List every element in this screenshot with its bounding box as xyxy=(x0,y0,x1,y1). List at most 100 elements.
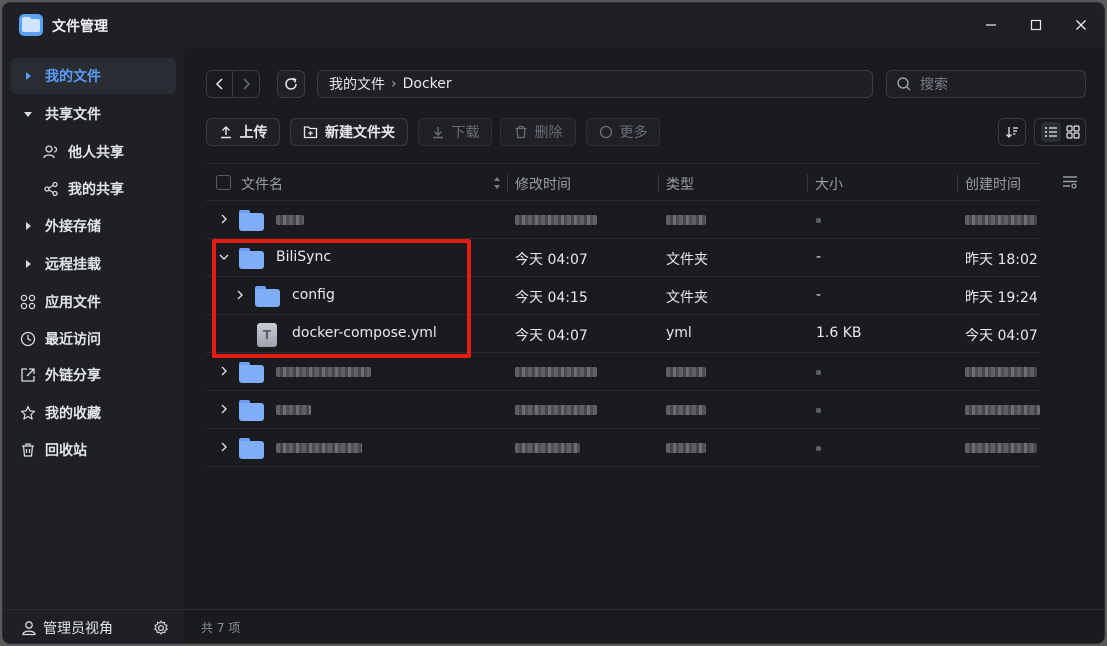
table-row[interactable] xyxy=(206,429,1040,467)
column-header-type[interactable]: 类型 xyxy=(666,174,694,194)
delete-label: 删除 xyxy=(534,125,563,141)
file-name[interactable]: BiliSync xyxy=(276,249,331,265)
chevron-right-icon[interactable] xyxy=(218,441,230,453)
upload-icon xyxy=(219,125,233,139)
sidebar-item-label: 应用文件 xyxy=(45,295,101,311)
delete-button[interactable]: 删除 xyxy=(500,118,576,146)
new-folder-label: 新建文件夹 xyxy=(325,125,395,141)
sidebar-item-external-storage[interactable]: 外接存储 xyxy=(11,208,176,244)
table-row[interactable] xyxy=(206,353,1040,391)
sidebar-item-label: 我的文件 xyxy=(45,69,101,85)
titlebar: 文件管理 xyxy=(3,3,1104,47)
column-settings-icon[interactable] xyxy=(1062,175,1078,193)
file-created: 昨天 18:02 xyxy=(965,252,1038,268)
sidebar-item-trash[interactable]: 回收站 xyxy=(11,432,176,468)
file-size: 1.6 KB xyxy=(816,325,862,341)
chevron-right-icon: › xyxy=(391,76,397,92)
table-row[interactable]: BiliSync 今天 04:07 文件夹 - 昨天 18:02 xyxy=(206,239,1040,277)
sidebar-item-my-files[interactable]: 我的文件 xyxy=(11,58,176,94)
column-header-created[interactable]: 创建时间 xyxy=(965,174,1021,194)
table-row[interactable]: config 今天 04:15 文件夹 - 昨天 19:24 xyxy=(206,277,1040,315)
redacted-created xyxy=(965,215,1037,225)
forward-button[interactable] xyxy=(233,71,259,97)
chevron-down-icon[interactable] xyxy=(218,251,230,263)
column-header-name[interactable]: 文件名 xyxy=(241,174,283,194)
share-icon xyxy=(42,180,60,198)
search-input[interactable]: 搜索 xyxy=(886,70,1086,98)
column-header-size[interactable]: 大小 xyxy=(815,174,843,194)
chevron-left-icon xyxy=(215,78,223,90)
breadcrumb-item[interactable]: 我的文件 xyxy=(329,74,385,94)
file-name[interactable]: docker-compose.yml xyxy=(292,325,437,341)
sidebar-item-my-shares[interactable]: 我的共享 xyxy=(11,171,176,207)
back-button[interactable] xyxy=(207,71,234,97)
redacted-name xyxy=(276,443,362,453)
grid-view-icon[interactable] xyxy=(1065,125,1080,139)
sidebar-item-label: 他人共享 xyxy=(68,145,124,161)
users-icon xyxy=(42,143,60,161)
redacted-created xyxy=(965,405,1040,415)
status-bar: 共 7 项 xyxy=(184,609,1104,643)
search-icon xyxy=(897,77,911,91)
breadcrumb[interactable]: 我的文件 › Docker xyxy=(317,70,873,98)
table-row[interactable]: T docker-compose.yml 今天 04:07 yml 1.6 KB… xyxy=(206,315,1040,353)
redacted-size xyxy=(816,446,821,451)
chevron-right-icon[interactable] xyxy=(218,365,230,377)
minimize-icon xyxy=(986,24,996,26)
column-header-modified[interactable]: 修改时间 xyxy=(515,174,571,194)
sidebar-item-app-files[interactable]: 应用文件 xyxy=(11,284,176,320)
download-button[interactable]: 下载 xyxy=(418,118,492,146)
minimize-button[interactable] xyxy=(979,13,1003,37)
view-toggle xyxy=(1034,118,1086,146)
sidebar-item-remote-mount[interactable]: 远程挂载 xyxy=(11,246,176,282)
close-button[interactable] xyxy=(1069,13,1093,37)
select-all-checkbox[interactable] xyxy=(216,175,231,190)
sidebar-item-external-links[interactable]: 外链分享 xyxy=(11,357,176,393)
chevron-right-icon[interactable] xyxy=(234,289,246,301)
file-name[interactable]: config xyxy=(292,287,335,303)
text-file-icon: T xyxy=(257,323,277,347)
breadcrumb-item[interactable]: Docker xyxy=(403,76,452,92)
redacted-type xyxy=(666,367,706,377)
chevron-right-icon[interactable] xyxy=(218,403,230,415)
admin-view-label[interactable]: 管理员视角 xyxy=(43,618,113,638)
sidebar-item-favorites[interactable]: 我的收藏 xyxy=(11,395,176,431)
upload-button[interactable]: 上传 xyxy=(206,118,280,146)
redacted-modified xyxy=(515,215,597,225)
more-button[interactable]: 更多 xyxy=(586,118,660,146)
gear-icon[interactable] xyxy=(153,620,169,636)
sidebar-item-label: 共享文件 xyxy=(45,107,101,123)
sidebar-item-others-shared[interactable]: 他人共享 xyxy=(11,134,176,170)
folder-icon xyxy=(255,286,280,307)
refresh-button[interactable] xyxy=(277,70,305,98)
redacted-name xyxy=(276,367,371,377)
table-header: 文件名 修改时间 类型 大小 创建时间 xyxy=(206,163,1040,201)
maximize-button[interactable] xyxy=(1024,13,1048,37)
sidebar-item-label: 远程挂载 xyxy=(45,257,101,273)
table-row[interactable] xyxy=(206,391,1040,429)
upload-label: 上传 xyxy=(239,125,268,141)
file-created: 今天 04:07 xyxy=(965,328,1038,344)
redacted-modified xyxy=(515,367,597,377)
search-placeholder: 搜索 xyxy=(920,77,948,93)
file-modified: 今天 04:15 xyxy=(515,290,588,306)
redacted-name xyxy=(276,405,311,415)
download-icon xyxy=(431,125,445,139)
chevron-right-icon[interactable] xyxy=(218,213,230,225)
sidebar-item-recent[interactable]: 最近访问 xyxy=(11,321,176,357)
sidebar-item-label: 最近访问 xyxy=(45,332,101,348)
folder-icon xyxy=(239,438,264,459)
new-folder-button[interactable]: 新建文件夹 xyxy=(290,118,408,146)
file-manager-icon xyxy=(19,14,43,36)
redacted-size xyxy=(816,218,821,223)
list-view-icon[interactable] xyxy=(1040,122,1061,142)
sort-button[interactable] xyxy=(998,118,1026,146)
caret-right-icon xyxy=(19,67,37,85)
new-folder-icon xyxy=(303,125,318,139)
caret-right-icon xyxy=(19,255,37,273)
star-icon xyxy=(19,404,37,422)
table-row[interactable] xyxy=(206,201,1040,239)
redacted-type xyxy=(666,215,706,225)
apps-icon xyxy=(19,293,37,311)
sidebar-item-shared-files[interactable]: 共享文件 xyxy=(11,96,176,132)
